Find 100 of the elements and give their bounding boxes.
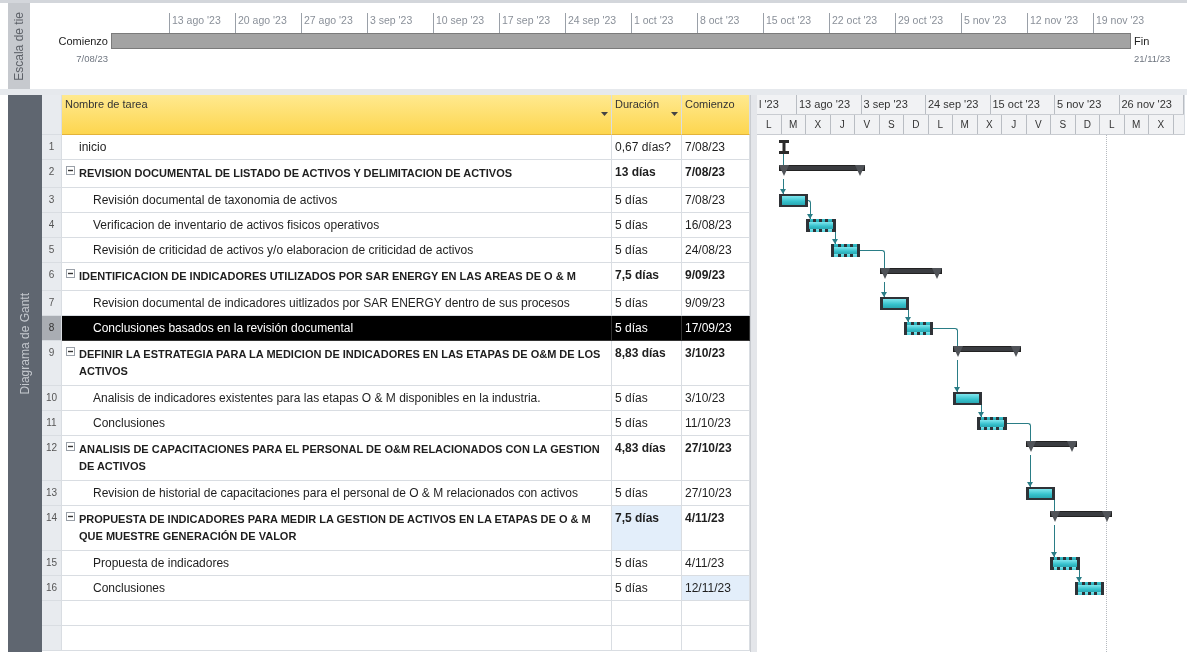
duration-cell: 5 días <box>612 188 682 213</box>
timescale-day: J <box>830 115 855 134</box>
task-row[interactable]: Propuesta de indicadores <box>62 551 612 576</box>
end-date: 21/11/23 <box>1134 53 1171 64</box>
task-bar[interactable] <box>1074 582 1105 595</box>
collapse-icon[interactable] <box>66 269 75 278</box>
timescale-day: V <box>1026 115 1051 134</box>
row-number: 12 <box>42 436 62 481</box>
task-row[interactable]: Revisión de criticidad de activos y/o elaboracion de criticidad de activos <box>62 238 612 263</box>
summary-bar[interactable] <box>952 346 1021 357</box>
task-bar[interactable] <box>1050 557 1080 570</box>
task-name: Revision de historial de capacitaciones para el personal de O & M relacionados con activos <box>93 486 578 500</box>
task-name: Revisión de criticidad de activos y/o elaboracion de criticidad de activos <box>93 243 474 257</box>
task-row[interactable]: Revisión documental de taxonomia de activos <box>62 188 612 213</box>
task-row[interactable]: Analisis de indicadores existentes para las etapas O & M disponibles en la industria. <box>62 386 612 411</box>
task-row[interactable]: Verificacion de inventario de activos fisicos operativos <box>62 213 612 238</box>
timescale-day: X <box>977 115 1002 134</box>
task-row[interactable]: DEFINIR LA ESTRATEGIA PARA LA MEDICION DE INDICADORES EN LAS ETAPAS DE O&M DE LOS ACTIVOS <box>62 341 612 386</box>
column-header[interactable]: Duración <box>612 95 682 135</box>
timescale-day: L <box>928 115 953 134</box>
table-cell <box>682 626 750 651</box>
row-number <box>42 626 62 651</box>
task-name: REVISION DOCUMENTAL DE LISTADO DE ACTIVOS Y DELIMITACION DE ACTIVOS <box>79 166 513 181</box>
task-bar[interactable] <box>779 194 809 207</box>
task-name: Conclusiones <box>93 416 166 430</box>
row-number: 8 <box>42 316 62 341</box>
row-number: 4 <box>42 213 62 238</box>
task-name: Conclusiones basados en la revisión documental <box>93 321 354 335</box>
collapse-icon[interactable] <box>66 442 75 451</box>
start-cell: 27/10/23 <box>682 436 750 481</box>
task-row[interactable]: Conclusiones <box>62 411 612 436</box>
task-bar[interactable] <box>1026 487 1056 500</box>
task-bar[interactable] <box>779 140 789 154</box>
timescale-label: 13 ago '23 <box>797 95 862 114</box>
task-bar[interactable] <box>806 219 836 232</box>
task-row[interactable]: PROPUESTA DE INDICADORES PARA MEDIR LA GESTION DE ACTIVOS EN LA ETAPAS DE O & M QUE MUESTRE GENERACIÓN DE VALOR <box>62 506 612 551</box>
task-bar[interactable] <box>879 297 909 310</box>
task-name: ANALISIS DE CAPACITACIONES PARA EL PERSONAL DE O&M RELACIONADOS CON LA GESTION DE ACTIVOS <box>79 442 601 474</box>
summary-bar[interactable] <box>1050 511 1113 522</box>
timescale-label: 15 oct '23 <box>990 95 1055 114</box>
start-cell: 4/11/23 <box>682 506 750 551</box>
task-bar[interactable] <box>952 392 983 405</box>
task-row[interactable]: Revision de historial de capacitaciones para el personal de O & M relacionados con activos <box>62 481 612 506</box>
task-row[interactable]: ANALISIS DE CAPACITACIONES PARA EL PERSONAL DE O&M RELACIONADOS CON LA GESTION DE ACTIVOS <box>62 436 612 481</box>
start-cell: 9/09/23 <box>682 263 750 291</box>
duration-cell: 5 días <box>612 316 682 341</box>
task-name: Revision documental de indicadores uitlizados por SAR ENERGY dentro de sus procesos <box>93 296 570 310</box>
table-cell <box>612 601 682 626</box>
task-bar[interactable] <box>904 322 934 335</box>
column-header[interactable]: Nombre de tarea <box>62 95 612 135</box>
collapse-icon[interactable] <box>66 347 75 356</box>
timescale-day: M <box>781 115 806 134</box>
summary-bar[interactable] <box>879 268 942 279</box>
task-name: inicio <box>79 140 107 154</box>
task-row[interactable]: Conclusiones basados en la revisión documental <box>62 316 612 341</box>
start-cell: 7/08/23 <box>682 188 750 213</box>
duration-cell: 5 días <box>612 213 682 238</box>
duration-cell: 5 días <box>612 411 682 436</box>
summary-bar[interactable] <box>1026 441 1077 452</box>
row-number: 1 <box>42 135 62 160</box>
start-cell: 24/08/23 <box>682 238 750 263</box>
duration-cell: 13 días <box>612 160 682 188</box>
start-cell: 12/11/23 <box>682 576 750 601</box>
row-number: 16 <box>42 576 62 601</box>
caret-icon[interactable] <box>671 112 678 116</box>
duration-cell: 5 días <box>612 238 682 263</box>
row-number: 9 <box>42 341 62 386</box>
timescale-day: S <box>879 115 904 134</box>
duration-cell: 4,83 días <box>612 436 682 481</box>
collapse-icon[interactable] <box>66 166 75 175</box>
timescale-label: l '23 <box>757 95 797 114</box>
collapse-icon[interactable] <box>66 512 75 521</box>
task-row[interactable]: Conclusiones <box>62 576 612 601</box>
caret-icon[interactable] <box>601 112 608 116</box>
task-name: Verificacion de inventario de activos fisicos operativos <box>93 218 380 232</box>
summary-bar[interactable] <box>779 165 865 176</box>
column-header[interactable]: Comienzo <box>682 95 750 135</box>
task-name: IDENTIFICACION DE INDICADORES UTILIZADOS POR SAR ENERGY EN LAS AREAS DE O & M <box>79 269 576 284</box>
start-date: 7/08/23 <box>76 53 108 64</box>
task-bar[interactable] <box>830 244 861 257</box>
duration-cell: 7,5 días <box>612 263 682 291</box>
duration-cell: 5 días <box>612 551 682 576</box>
duration-cell: 5 días <box>612 386 682 411</box>
start-label: Comienzo <box>58 34 108 49</box>
row-number: 5 <box>42 238 62 263</box>
task-row[interactable]: REVISION DOCUMENTAL DE LISTADO DE ACTIVOS Y DELIMITACION DE ACTIVOS <box>62 160 612 188</box>
task-row[interactable]: IDENTIFICACION DE INDICADORES UTILIZADOS POR SAR ENERGY EN LAS AREAS DE O & M <box>62 263 612 291</box>
side-label: Escala de tie <box>12 11 26 81</box>
timescale-day: L <box>1100 115 1125 134</box>
task-row[interactable]: inicio <box>62 135 612 160</box>
timescale-day: M <box>953 115 978 134</box>
task-name: Revisión documental de taxonomia de activos <box>93 193 338 207</box>
task-name: Analisis de indicadores existentes para las etapas O & M disponibles en la industria. <box>93 391 541 405</box>
start-cell: 7/08/23 <box>682 160 750 188</box>
task-bar[interactable] <box>977 417 1007 430</box>
view-bar[interactable]: Diagrama de Gantt <box>8 95 42 652</box>
timescale-label: 5 nov '23 <box>1055 95 1120 114</box>
start-cell: 3/10/23 <box>682 341 750 386</box>
timescale-day: V <box>855 115 880 134</box>
duration-cell: 7,5 días <box>612 506 682 551</box>
